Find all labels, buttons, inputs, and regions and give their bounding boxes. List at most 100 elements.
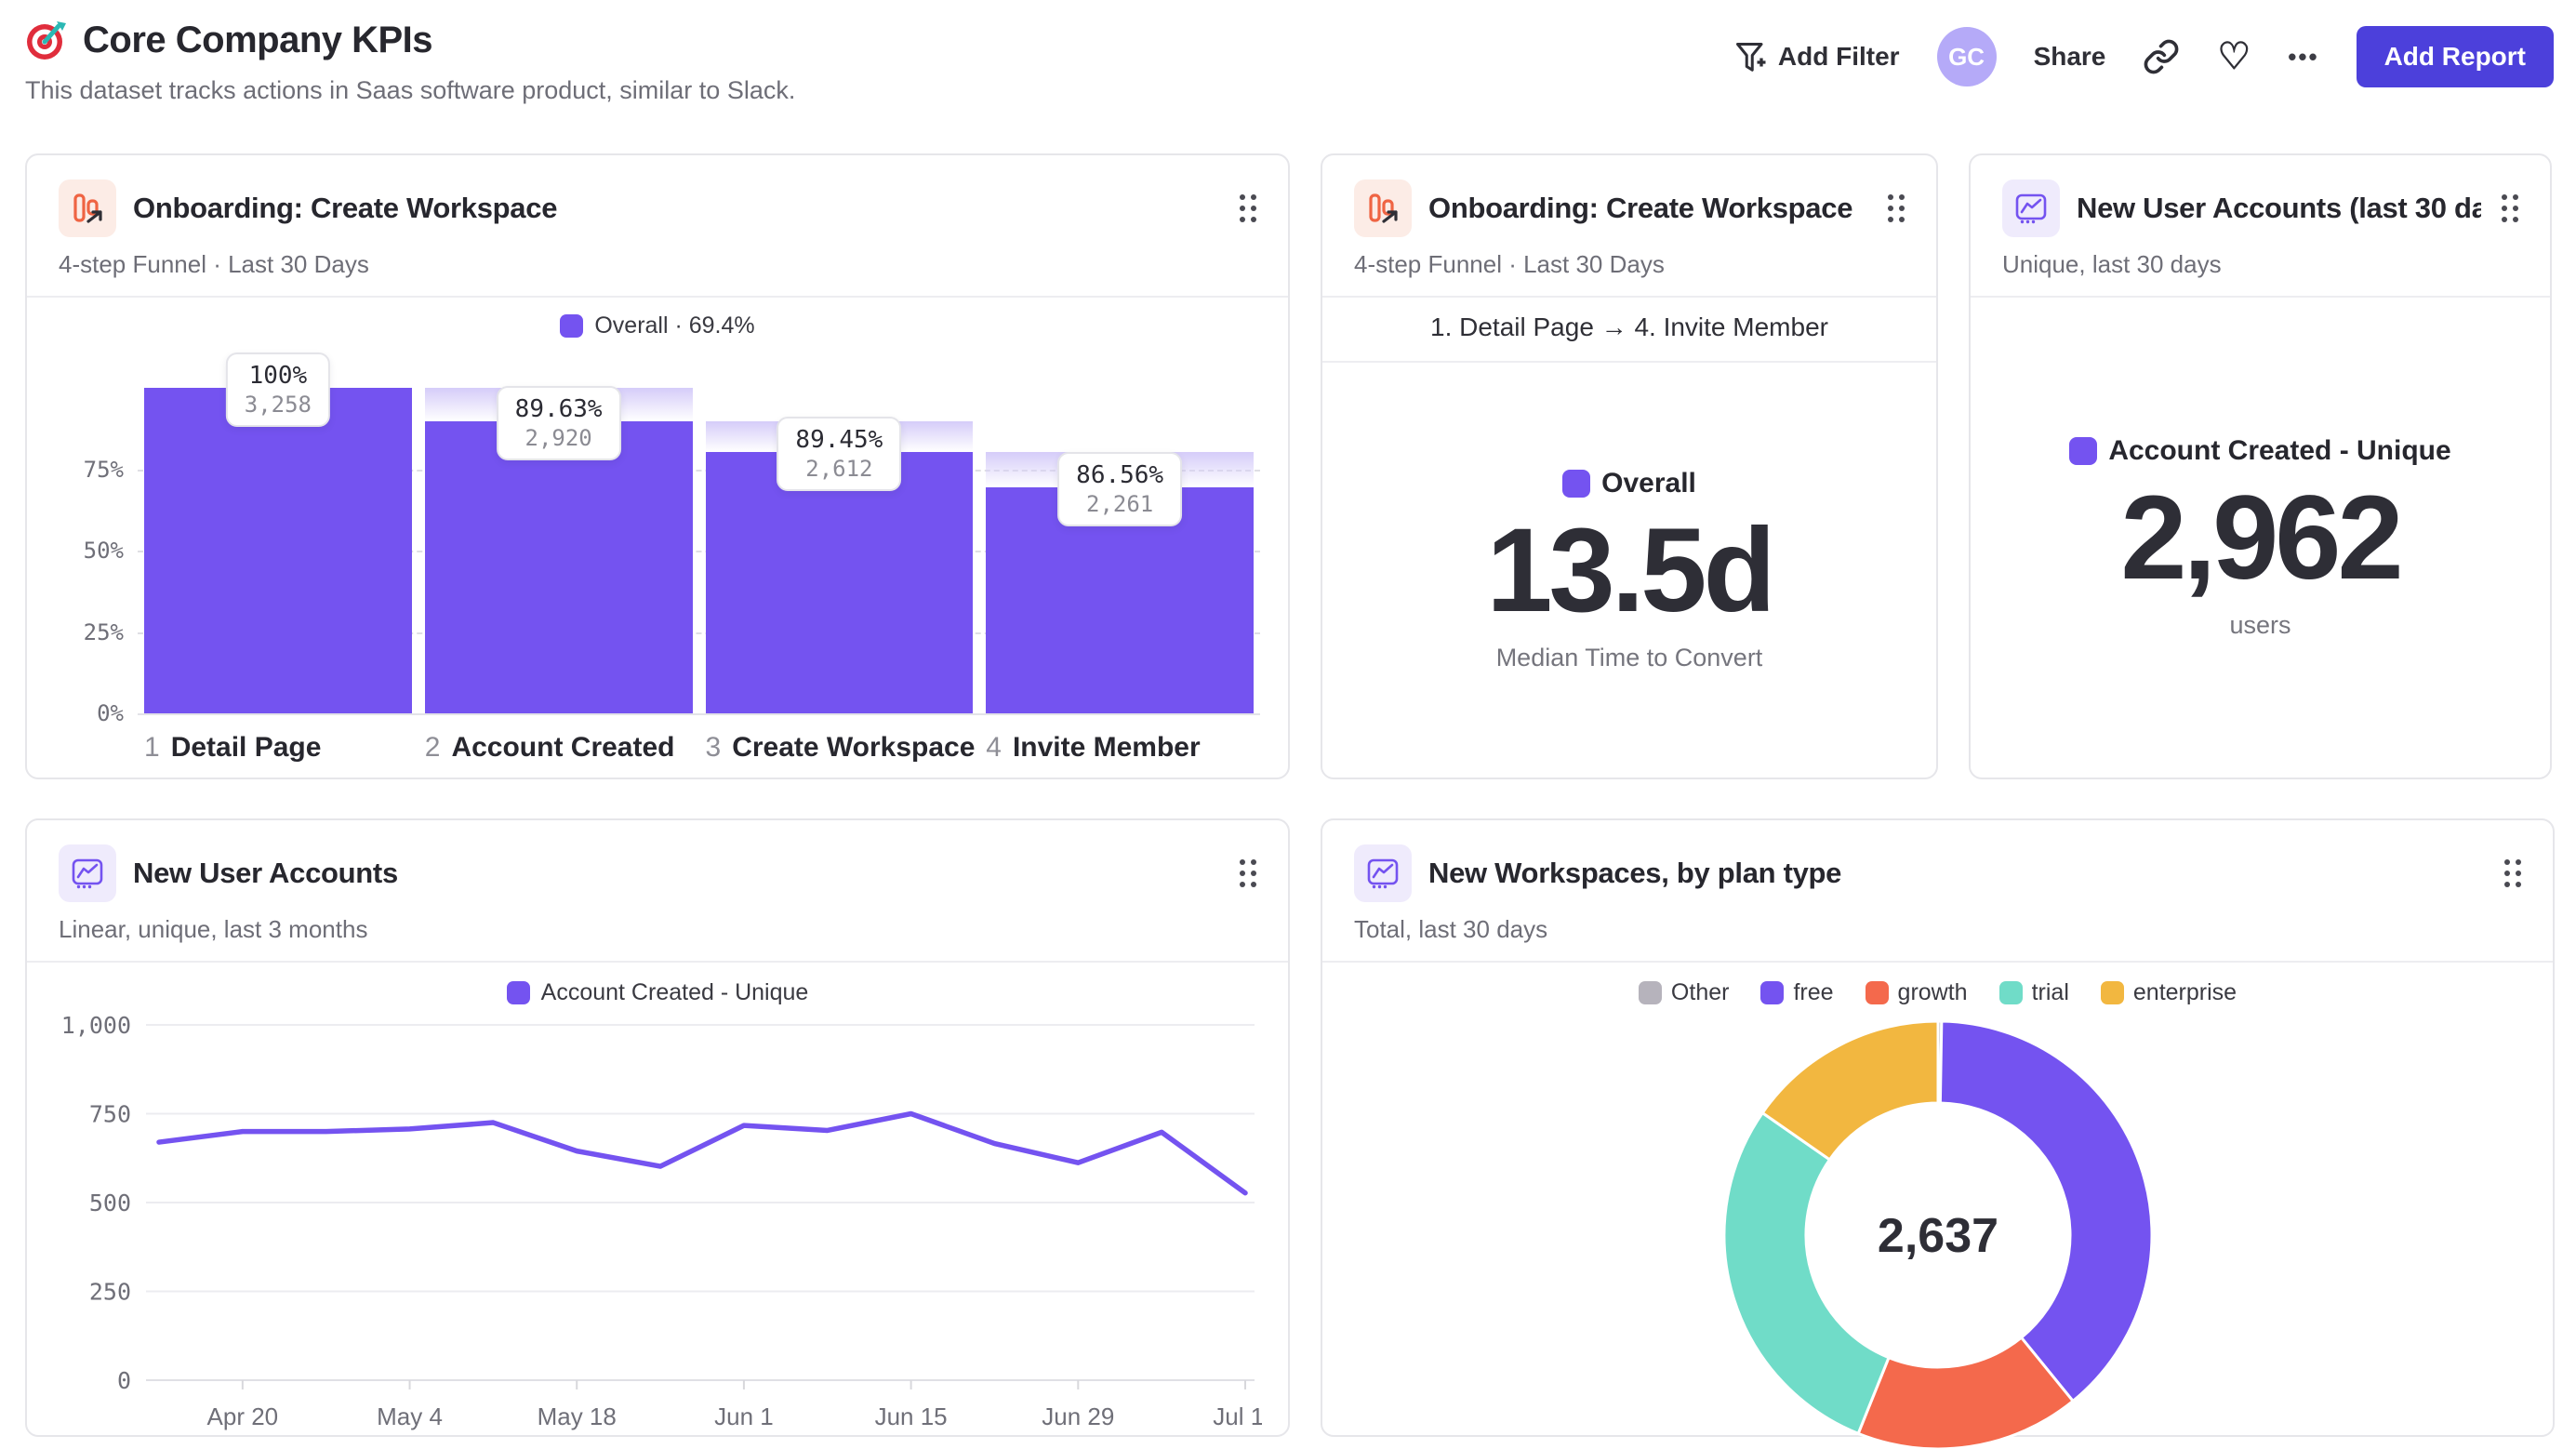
legend-label: free (1793, 979, 1834, 1005)
donut-slice-trial[interactable] (1722, 1110, 1891, 1436)
legend-item-enterprise[interactable]: enterprise (2100, 979, 2237, 1006)
x-axis-label: Jun 1 (714, 1402, 774, 1430)
funnel-step-label-3: 3 Create Workspace (699, 732, 980, 764)
step-conversion-pct: 86.56% (1076, 461, 1164, 490)
metric-caption: users (2229, 610, 2291, 639)
donut-chart[interactable]: 2,637 (1719, 1016, 2158, 1449)
y-axis-label: 500 (89, 1190, 131, 1216)
step-name: Invite Member (1012, 732, 1201, 763)
step-count: 2,612 (805, 456, 873, 483)
line-chart[interactable]: 0 250 500 750 1,000 Apr 20 May 4 May 18 Jun 1 Jun… (53, 1010, 1262, 1440)
funnel-value-badge-2: 89.63% 2,920 (496, 386, 621, 461)
more-menu-button[interactable]: ••• (2288, 43, 2318, 72)
card-subtitle: Unique, last 30 days (2002, 250, 2222, 278)
drag-handle-icon[interactable] (1884, 191, 1908, 226)
drag-handle-icon[interactable] (2498, 191, 2522, 226)
metric-legend[interactable]: Overall (1562, 468, 1696, 499)
divider (1322, 961, 2553, 963)
line-series[interactable] (156, 1110, 1248, 1196)
funnel-value-badge-1: 100% 3,258 (225, 352, 330, 427)
y-axis-label: 250 (89, 1279, 131, 1306)
step-count: 3,258 (244, 392, 312, 418)
step-conversion-pct: 89.63% (514, 395, 603, 424)
x-axis-label: May 4 (377, 1402, 443, 1430)
share-button[interactable]: Share (2034, 42, 2106, 72)
legend-item-trial[interactable]: trial (1998, 979, 2069, 1006)
funnel-bar-2[interactable] (424, 421, 693, 713)
divider (27, 961, 1288, 963)
legend-item-free[interactable]: free (1760, 979, 1834, 1006)
funnel-step-label-1: 1 Detail Page (138, 732, 418, 764)
y-axis-label: 750 (89, 1101, 131, 1128)
legend-swatch (2100, 981, 2124, 1004)
line-legend[interactable]: Account Created - Unique (27, 979, 1288, 1006)
card-title: New Workspaces, by plan type (1428, 857, 1842, 889)
title-block: Core Company KPIs This dataset tracks ac… (25, 19, 795, 105)
legend-swatch (1865, 981, 1889, 1004)
legend-label: enterprise (2132, 979, 2237, 1005)
metric-caption: Median Time to Convert (1495, 643, 1763, 671)
x-axis-label: Apr 20 (207, 1402, 279, 1430)
legend-swatch (506, 981, 530, 1004)
step-number: 2 (424, 732, 441, 763)
metric-block: Overall 13.5d Median Time to Convert (1322, 363, 1936, 778)
funnel-step-labels: 1 Detail Page 2 Account Created 3 Create Work… (138, 732, 1260, 764)
dashboard-grid: Onboarding: Create Workspace 4-step Funn… (0, 153, 2576, 1449)
y-axis-label: 75% (83, 456, 124, 483)
copy-link-button[interactable] (2143, 38, 2180, 75)
step-conversion-pct: 100% (248, 362, 308, 390)
drag-handle-icon[interactable] (1236, 191, 1260, 226)
avatar[interactable]: GC (1936, 27, 1997, 86)
legend-label: Overall · 69.4% (594, 312, 755, 339)
filter-plus-icon (1735, 43, 1766, 72)
favorite-button[interactable]: ♡ (2217, 38, 2251, 75)
step-name: Create Workspace (732, 732, 976, 763)
funnel-bar-1[interactable] (144, 388, 412, 713)
legend-label: Account Created - Unique (2108, 435, 2451, 467)
add-filter-button[interactable]: Add Filter (1733, 40, 1900, 73)
topbar: Core Company KPIs This dataset tracks ac… (0, 0, 2576, 153)
legend-swatch (1998, 981, 2023, 1004)
funnel-bar-3[interactable] (705, 452, 974, 713)
drag-handle-icon[interactable] (2501, 856, 2525, 891)
add-report-button[interactable]: Add Report (2356, 26, 2554, 87)
card-subtitle: 4-step Funnel · Last 30 Days (1354, 250, 1665, 278)
insights-chart-icon (2002, 179, 2060, 237)
metric-legend[interactable]: Account Created - Unique (2069, 435, 2451, 467)
legend-swatch (560, 314, 584, 338)
legend-swatch (2069, 437, 2098, 466)
card-title: New User Accounts (133, 857, 398, 889)
funnel-chart-icon (59, 179, 116, 237)
card-title: New User Accounts (last 30 days) (2077, 192, 2481, 224)
step-name: Account Created (451, 732, 675, 763)
funnel-step-label-2: 2 Account Created (418, 732, 699, 764)
link-icon (2144, 39, 2179, 74)
funnel-chart[interactable]: 0% 25% 50% 75% 100% 3,258 89.63% 2,920 89.45% 2,6… (59, 345, 1260, 726)
y-axis-label: 25% (83, 618, 124, 645)
card-new-users-30d: New User Accounts (last 30 days) Unique,… (1969, 153, 2552, 779)
legend-label: Overall (1601, 468, 1696, 499)
funnel-value-badge-3: 89.45% 2,612 (777, 417, 902, 492)
donut-total: 2,637 (1877, 1209, 1998, 1263)
dashboard-target-icon (27, 21, 66, 60)
funnel-legend[interactable]: Overall · 69.4% (27, 312, 1288, 339)
legend-label: Account Created - Unique (540, 979, 809, 1005)
divider (27, 296, 1288, 298)
drag-handle-icon[interactable] (1236, 856, 1260, 891)
page-subtitle: This dataset tracks actions in Saas soft… (25, 76, 796, 104)
step-count: 2,261 (1085, 491, 1154, 518)
metric-value: 13.5d (1486, 504, 1775, 638)
legend-item-growth[interactable]: growth (1865, 979, 1968, 1006)
heart-icon: ♡ (2217, 36, 2251, 77)
card-subtitle: 4-step Funnel · Last 30 Days (59, 250, 369, 278)
metric-value: 2,962 (2120, 472, 2403, 605)
legend-swatch (1562, 470, 1591, 499)
gridline-0 (138, 713, 1260, 715)
legend-swatch (1760, 981, 1785, 1004)
y-axis-label: 0 (117, 1367, 131, 1394)
funnel-chart-icon (1354, 179, 1412, 237)
metric-block: Account Created - Unique 2,962 users (1971, 298, 2550, 778)
legend-item-Other[interactable]: Other (1638, 979, 1730, 1006)
card-median-time: Onboarding: Create Workspace 4-step Funn… (1321, 153, 1938, 779)
legend-label: Other (1670, 979, 1730, 1005)
